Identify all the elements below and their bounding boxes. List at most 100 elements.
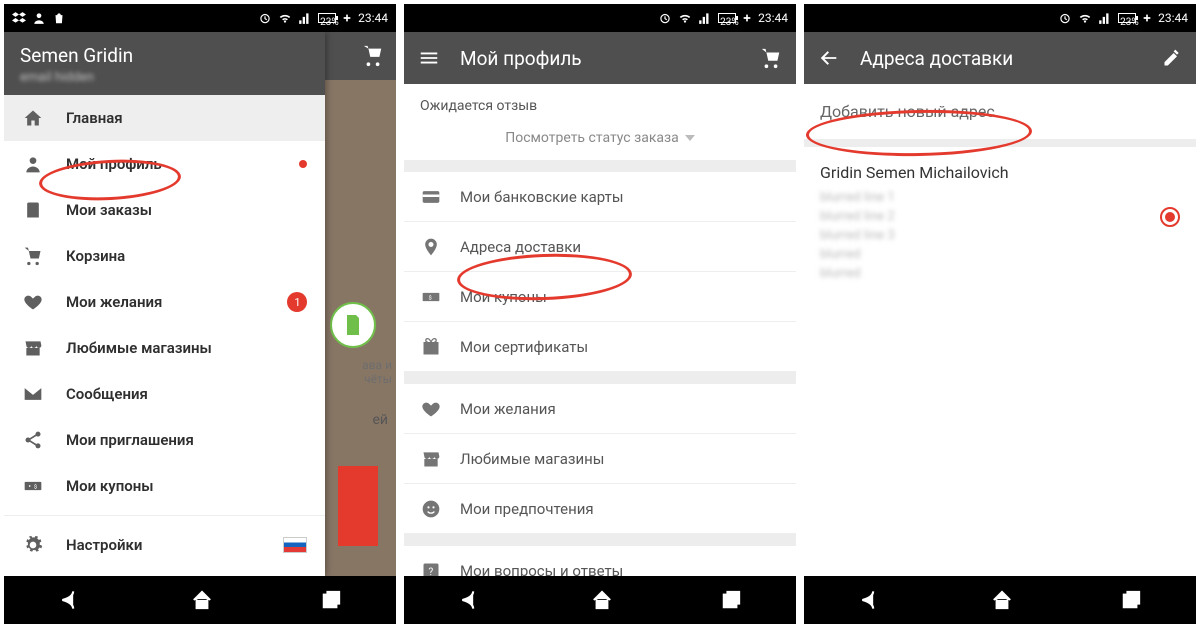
sidebar-item-home[interactable]: Главная: [4, 95, 325, 141]
nav-recent-icon[interactable]: [720, 589, 742, 611]
bg-text-2: ей: [372, 412, 388, 428]
gear-icon: [22, 534, 44, 556]
coupon-icon: $: [22, 475, 44, 497]
mail-icon: [22, 383, 44, 405]
address-card[interactable]: Gridin Semen Michailovich blurred line 1…: [804, 147, 1196, 301]
nav-back-icon[interactable]: [858, 587, 884, 613]
pending-review: Ожидается отзыв: [404, 84, 796, 120]
status-bar: 23% 23:44: [804, 4, 1196, 32]
sidebar-item-settings[interactable]: Настройки: [4, 522, 325, 568]
sidebar-item-invites[interactable]: Мои приглашения: [4, 417, 325, 463]
dropbox-icon: [12, 11, 26, 25]
help-icon: ?: [420, 560, 442, 577]
sidebar-item-label: Любимые магазины: [66, 339, 212, 357]
drawer-user-email: email hidden: [20, 70, 309, 85]
user-icon: [22, 153, 44, 175]
sidebar-item-stores[interactable]: Любимые магазины: [4, 325, 325, 371]
cart-icon: [22, 245, 44, 267]
row-label: Мои купоны: [460, 288, 780, 306]
sidebar-item-wishlist[interactable]: Мои желания 1: [4, 279, 325, 325]
row-label: Мои банковские карты: [460, 188, 780, 206]
coupon-icon: $: [420, 286, 442, 308]
sidebar-item-messages[interactable]: Сообщения: [4, 371, 325, 417]
row-coupons[interactable]: $ Мои купоны: [404, 272, 796, 322]
status-time: 23:44: [758, 11, 788, 25]
location-icon: [420, 236, 442, 258]
store-icon: [420, 448, 442, 470]
bg-red-banner: [338, 466, 378, 546]
selected-radio-icon[interactable]: [1160, 207, 1180, 227]
nav-home-icon[interactable]: [191, 589, 213, 611]
row-fav-stores[interactable]: Любимые магазины: [404, 434, 796, 484]
home-icon: [22, 107, 44, 129]
toolbar-title: Адреса доставки: [860, 47, 1142, 70]
sidebar-item-label: Настройки: [66, 536, 142, 554]
sidebar-item-label: Мои заказы: [66, 201, 152, 219]
row-delivery-addresses[interactable]: Адреса доставки: [404, 222, 796, 272]
signal-icon: [1098, 11, 1112, 25]
charge-plus-icon: [1142, 13, 1152, 23]
sidebar-item-label: Мои купоны: [66, 477, 153, 495]
chevron-down-icon: [685, 135, 695, 141]
svg-text:$: $: [34, 484, 37, 491]
status-bar: 23% 23:44: [404, 4, 796, 32]
store-icon: [22, 337, 44, 359]
sidebar-item-label: Главная: [66, 109, 123, 127]
address-line: blurred line 3: [820, 228, 1180, 243]
android-nav-bar: [404, 576, 796, 624]
add-new-address[interactable]: Добавить новый адрес: [804, 84, 1196, 147]
edit-icon[interactable]: [1162, 48, 1182, 68]
drawer-user-name: Semen Gridin: [20, 44, 309, 67]
battery-icon: 23%: [318, 13, 336, 23]
row-bank-cards[interactable]: Мои банковские карты: [404, 172, 796, 222]
nav-recent-icon[interactable]: [1120, 589, 1142, 611]
bag-icon: [52, 11, 66, 25]
card-icon: [420, 186, 442, 208]
sidebar-item-coupons[interactable]: $ Мои купоны: [4, 463, 325, 509]
row-wishlist[interactable]: Мои желания: [404, 384, 796, 434]
sidebar-item-orders[interactable]: Мои заказы: [4, 187, 325, 233]
signal-icon: [298, 11, 312, 25]
nav-recent-icon[interactable]: [320, 589, 342, 611]
status-bar: 23% 23:44: [4, 4, 396, 32]
row-label: Любимые магазины: [460, 450, 780, 468]
doc-fab[interactable]: [330, 302, 376, 348]
heart-icon: [22, 291, 44, 313]
address-line: blurred line 1: [820, 190, 1180, 205]
nav-home-icon[interactable]: [591, 589, 613, 611]
gift-icon: [420, 336, 442, 358]
alarm-icon: [1058, 11, 1072, 25]
battery-icon: 23%: [718, 13, 736, 23]
signal-icon: [698, 11, 712, 25]
row-label: Адреса доставки: [460, 238, 780, 256]
nav-back-icon[interactable]: [58, 587, 84, 613]
row-label: Мои желания: [460, 400, 780, 418]
status-time: 23:44: [358, 11, 388, 25]
android-nav-bar: [804, 576, 1196, 624]
toolbar: Мой профиль: [404, 32, 796, 84]
view-order-status[interactable]: Посмотреть статус заказа: [404, 120, 796, 160]
sidebar-item-label: Мои желания: [66, 293, 162, 311]
back-arrow-icon[interactable]: [818, 47, 840, 69]
address-line: blurred: [820, 247, 1180, 262]
nav-back-icon[interactable]: [458, 587, 484, 613]
alarm-icon: [258, 11, 272, 25]
row-certificates[interactable]: Мои сертификаты: [404, 322, 796, 372]
cart-icon[interactable]: [760, 47, 782, 69]
nav-drawer: Semen Gridin email hidden Главная Мой пр…: [4, 32, 325, 576]
row-qa[interactable]: ? Мои вопросы и ответы: [404, 546, 796, 576]
row-label: Мои сертификаты: [460, 338, 780, 356]
sidebar-item-label: Мои приглашения: [66, 431, 194, 449]
sidebar-item-label: Сообщения: [66, 385, 148, 403]
nav-home-icon[interactable]: [991, 589, 1013, 611]
menu-icon[interactable]: [418, 47, 440, 69]
row-label: Мои предпочтения: [460, 500, 780, 518]
row-preferences[interactable]: Мои предпочтения: [404, 484, 796, 534]
address-name: Gridin Semen Michailovich: [820, 163, 1180, 182]
address-line: blurred line 2: [820, 209, 1180, 224]
bg-text: ава ичёты: [362, 358, 392, 386]
cart-icon[interactable]: [362, 45, 384, 67]
sidebar-item-profile[interactable]: Мой профиль: [4, 141, 325, 187]
phone-1: 23% 23:44 ава ичёты ей Semen Gridin: [4, 4, 396, 624]
sidebar-item-cart[interactable]: Корзина: [4, 233, 325, 279]
